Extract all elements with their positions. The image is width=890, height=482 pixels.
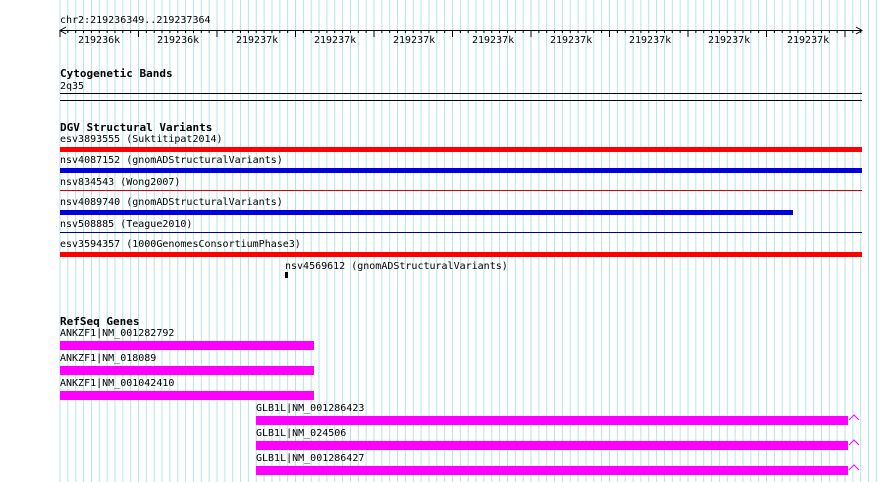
gene-bar[interactable] — [256, 416, 848, 425]
dgv-track-title: DGV Structural Variants — [60, 121, 213, 134]
refseq-track-title: RefSeq Genes — [60, 315, 140, 328]
tick-label: 219237k — [629, 35, 672, 46]
tick-label: 219237k — [472, 35, 515, 46]
gene-label: ANKZF1|NM_001282792 — [60, 328, 175, 339]
variant-label: nsv508885 (Teague2010) — [60, 219, 193, 230]
variant-bar[interactable] — [60, 168, 862, 173]
gene-label: GLB1L|NM_001286423 — [256, 403, 365, 414]
tick-label: 219237k — [550, 35, 593, 46]
variant-bar[interactable] — [60, 190, 862, 191]
variant-bar[interactable] — [60, 147, 862, 152]
gene-bar[interactable] — [256, 441, 848, 450]
gene-bar[interactable] — [60, 391, 314, 400]
gene-label: GLB1L|NM_024506 — [256, 428, 347, 439]
tick-label: 219237k — [393, 35, 436, 46]
gene-bar[interactable] — [60, 366, 314, 375]
cytoband-line-top[interactable] — [60, 93, 862, 94]
gene-label: ANKZF1|NM_001042410 — [60, 378, 175, 389]
tick-label: 219237k — [787, 35, 830, 46]
variant-bar[interactable] — [60, 210, 793, 215]
tick-label: 219237k — [236, 35, 279, 46]
gene-label: GLB1L|NM_001286427 — [256, 453, 365, 464]
variant-label: nsv4569612 (gnomADStructuralVariants) — [285, 261, 508, 272]
continuation-arrow-icon — [848, 414, 860, 421]
gene-bar[interactable] — [256, 466, 848, 475]
cytogenetic-track-title: Cytogenetic Bands — [60, 67, 173, 80]
variant-label: esv3893555 (Suktitipat2014) — [60, 134, 223, 145]
tick-label: 219236k — [78, 35, 121, 46]
variant-label: nsv4089740 (gnomADStructuralVariants) — [60, 197, 283, 208]
cytoband-line-bottom[interactable] — [60, 100, 862, 101]
continuation-arrow-icon — [848, 439, 860, 446]
variant-label: esv3594357 (1000GenomesConsortiumPhase3) — [60, 239, 301, 250]
gene-label: ANKZF1|NM_018089 — [60, 353, 157, 364]
gene-bar[interactable] — [60, 341, 314, 350]
variant-bar[interactable] — [285, 272, 288, 278]
continuation-arrow-icon — [848, 464, 860, 471]
tick-label: 219237k — [708, 35, 751, 46]
variant-bar[interactable] — [60, 232, 862, 233]
variant-label: nsv4087152 (gnomADStructuralVariants) — [60, 155, 283, 166]
cytoband-label: 2q35 — [60, 81, 85, 92]
variant-bar[interactable] — [60, 252, 862, 257]
variant-label: nsv834543 (Wong2007) — [60, 177, 181, 188]
scale-ruler[interactable] — [0, 25, 890, 47]
tick-label: 219236k — [157, 35, 200, 46]
tick-label: 219237k — [314, 35, 357, 46]
